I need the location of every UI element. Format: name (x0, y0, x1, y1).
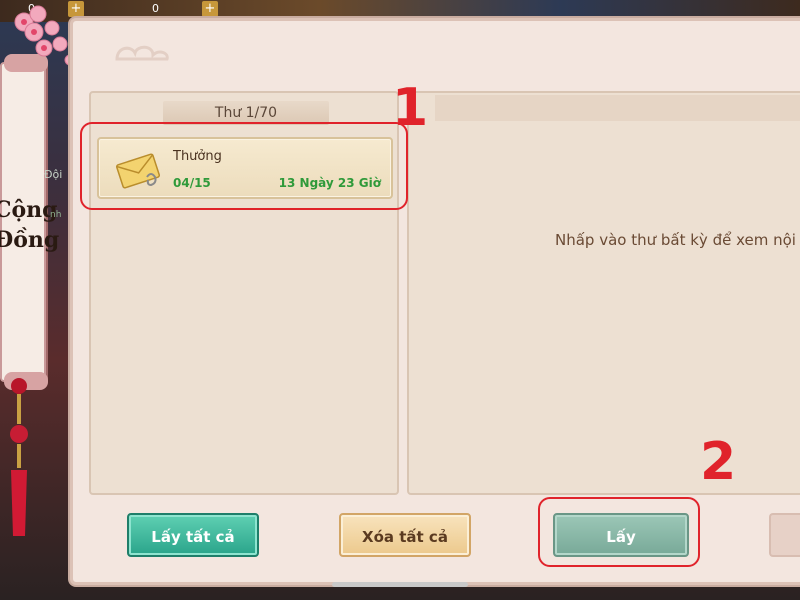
add-resource-button-2[interactable]: + (202, 1, 218, 17)
claim-all-button[interactable]: Lấy tất cả (127, 513, 259, 557)
community-banner-label[interactable]: Cộng Đồng (0, 195, 59, 255)
offscreen-button[interactable] (769, 513, 800, 557)
delete-all-button[interactable]: Xóa tất cả (339, 513, 471, 557)
annotation-box-2 (538, 497, 700, 567)
empty-content-hint: Nhấp vào thư bất kỳ để xem nội dung (555, 231, 800, 249)
red-tassel-icon (10, 378, 28, 536)
background-hint-text: Đội (44, 168, 63, 181)
annotation-number-1: 1 (392, 78, 429, 138)
annotation-box-1 (80, 122, 408, 210)
mail-content-pane: Nhấp vào thư bất kỳ để xem nội dung (407, 91, 800, 495)
resource-value-2: 0 (152, 2, 159, 15)
home-indicator[interactable] (332, 582, 468, 587)
content-header-bar (435, 95, 800, 121)
annotation-number-2: 2 (700, 432, 737, 492)
background-hint-text-2: nh (50, 210, 62, 220)
cloud-ornament-icon (115, 45, 169, 61)
